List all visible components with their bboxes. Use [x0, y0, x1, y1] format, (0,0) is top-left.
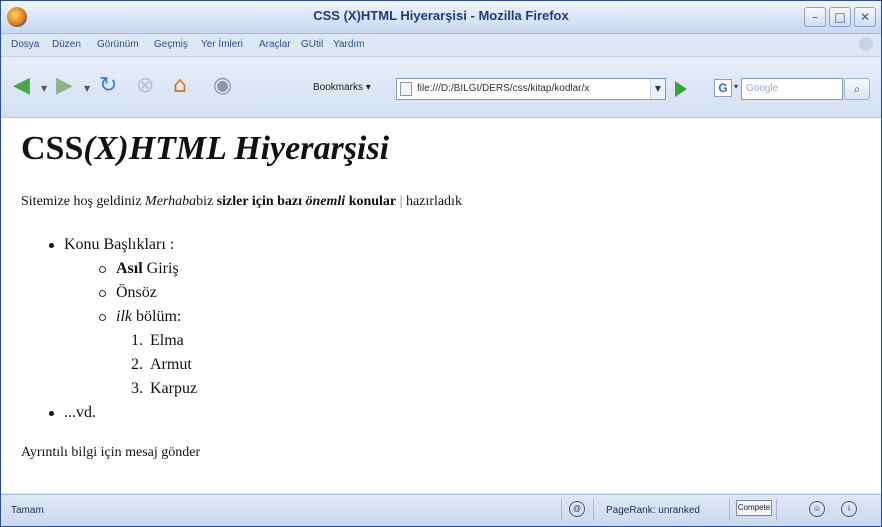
list-item: 3. Karpuz — [131, 380, 198, 397]
menu-help[interactable]: Yardım — [333, 39, 365, 50]
back-dropdown-icon[interactable]: ▼ — [41, 84, 47, 93]
search-placeholder: Google — [746, 83, 779, 94]
forward-arrow-icon[interactable]: ▶ — [56, 75, 73, 97]
forward-dropdown-icon[interactable]: ▼ — [84, 84, 90, 93]
menu-tools[interactable]: Araçlar — [259, 39, 291, 50]
page-icon — [400, 82, 412, 96]
throbber-icon — [859, 37, 873, 51]
intro-paragraph: Sitemize hoş geldiniz Merhababiz sizler … — [21, 194, 462, 209]
menu-file[interactable]: Dosya — [11, 39, 39, 50]
menu-bookmarks[interactable]: Yer İmleri — [201, 39, 243, 50]
status-smiley-icon[interactable]: ☺ — [809, 501, 825, 517]
page-heading: CSS(X)HTML Hiyerarşisi — [21, 130, 390, 167]
list-item: Asıl Giriş — [99, 260, 179, 278]
url-text[interactable]: file:///D:/BILGI/DERS/css/kitap/kodlar/x — [417, 83, 637, 94]
window-title: CSS (X)HTML Hiyerarşisi - Mozilla Firefo… — [313, 8, 569, 23]
stop-icon[interactable]: ⊗ — [136, 75, 154, 97]
url-history-dropdown[interactable]: ▼ — [650, 79, 665, 99]
home-icon[interactable]: ⌂ — [173, 75, 187, 97]
list-item: 1. Elma — [131, 332, 184, 349]
menu-bar: Dosya Düzen Görünüm Geçmiş Yer İmleri Ar… — [1, 34, 881, 57]
list-item: ...vd. — [49, 404, 96, 422]
title-bar[interactable]: CSS (X)HTML Hiyerarşisi - Mozilla Firefo… — [1, 1, 881, 34]
status-bar: Tamam @ PageRank: unranked Compete ☺ i — [1, 494, 881, 526]
close-button[interactable]: ✕ — [854, 7, 876, 27]
magnifier-icon: ⌕ — [853, 82, 861, 96]
back-arrow-icon[interactable]: ◀ — [13, 75, 30, 97]
status-text: Tamam — [11, 505, 44, 516]
extension-icon[interactable]: ◉ — [213, 75, 232, 97]
reload-icon[interactable]: ↻ — [99, 75, 117, 97]
navigation-toolbar: ◀ ▼ ▶ ▼ ↻ ⊗ ⌂ ◉ Bookmarks ▾ file:///D:/B… — [1, 57, 881, 118]
page-content: CSS(X)HTML Hiyerarşisi Sitemize hoş geld… — [1, 118, 881, 493]
maximize-button[interactable]: □ — [829, 7, 851, 27]
search-engine-icon[interactable]: G — [714, 79, 732, 97]
list-item: ilk bölüm: — [99, 308, 181, 326]
menu-edit[interactable]: Düzen — [52, 39, 81, 50]
url-bar[interactable]: file:///D:/BILGI/DERS/css/kitap/kodlar/x… — [396, 78, 666, 100]
compete-button[interactable]: Compete — [736, 500, 772, 516]
addon-icon[interactable]: @ — [569, 501, 585, 517]
search-button[interactable]: ⌕ — [844, 78, 870, 100]
contact-text: Ayrıntılı bilgi için mesaj gönder — [21, 445, 201, 460]
list-item: Önsöz — [99, 284, 157, 302]
list-item: Konu Başlıkları : — [49, 236, 174, 254]
bookmarks-toolbar-menu[interactable]: Bookmarks ▾ — [313, 82, 371, 93]
pagerank-indicator[interactable]: PageRank: unranked — [606, 505, 700, 516]
menu-view[interactable]: Görünüm — [97, 39, 139, 50]
go-button[interactable] — [675, 81, 687, 97]
search-input[interactable]: Google — [741, 78, 843, 100]
menu-history[interactable]: Geçmiş — [154, 39, 188, 50]
minimize-button[interactable]: – — [804, 7, 826, 27]
search-engine-dropdown[interactable]: ▾ — [734, 82, 738, 91]
status-info-icon[interactable]: i — [841, 501, 857, 517]
menu-gutil[interactable]: GUtil — [301, 39, 323, 50]
list-item: 2. Armut — [131, 356, 192, 373]
browser-window: CSS (X)HTML Hiyerarşisi - Mozilla Firefo… — [0, 0, 882, 527]
